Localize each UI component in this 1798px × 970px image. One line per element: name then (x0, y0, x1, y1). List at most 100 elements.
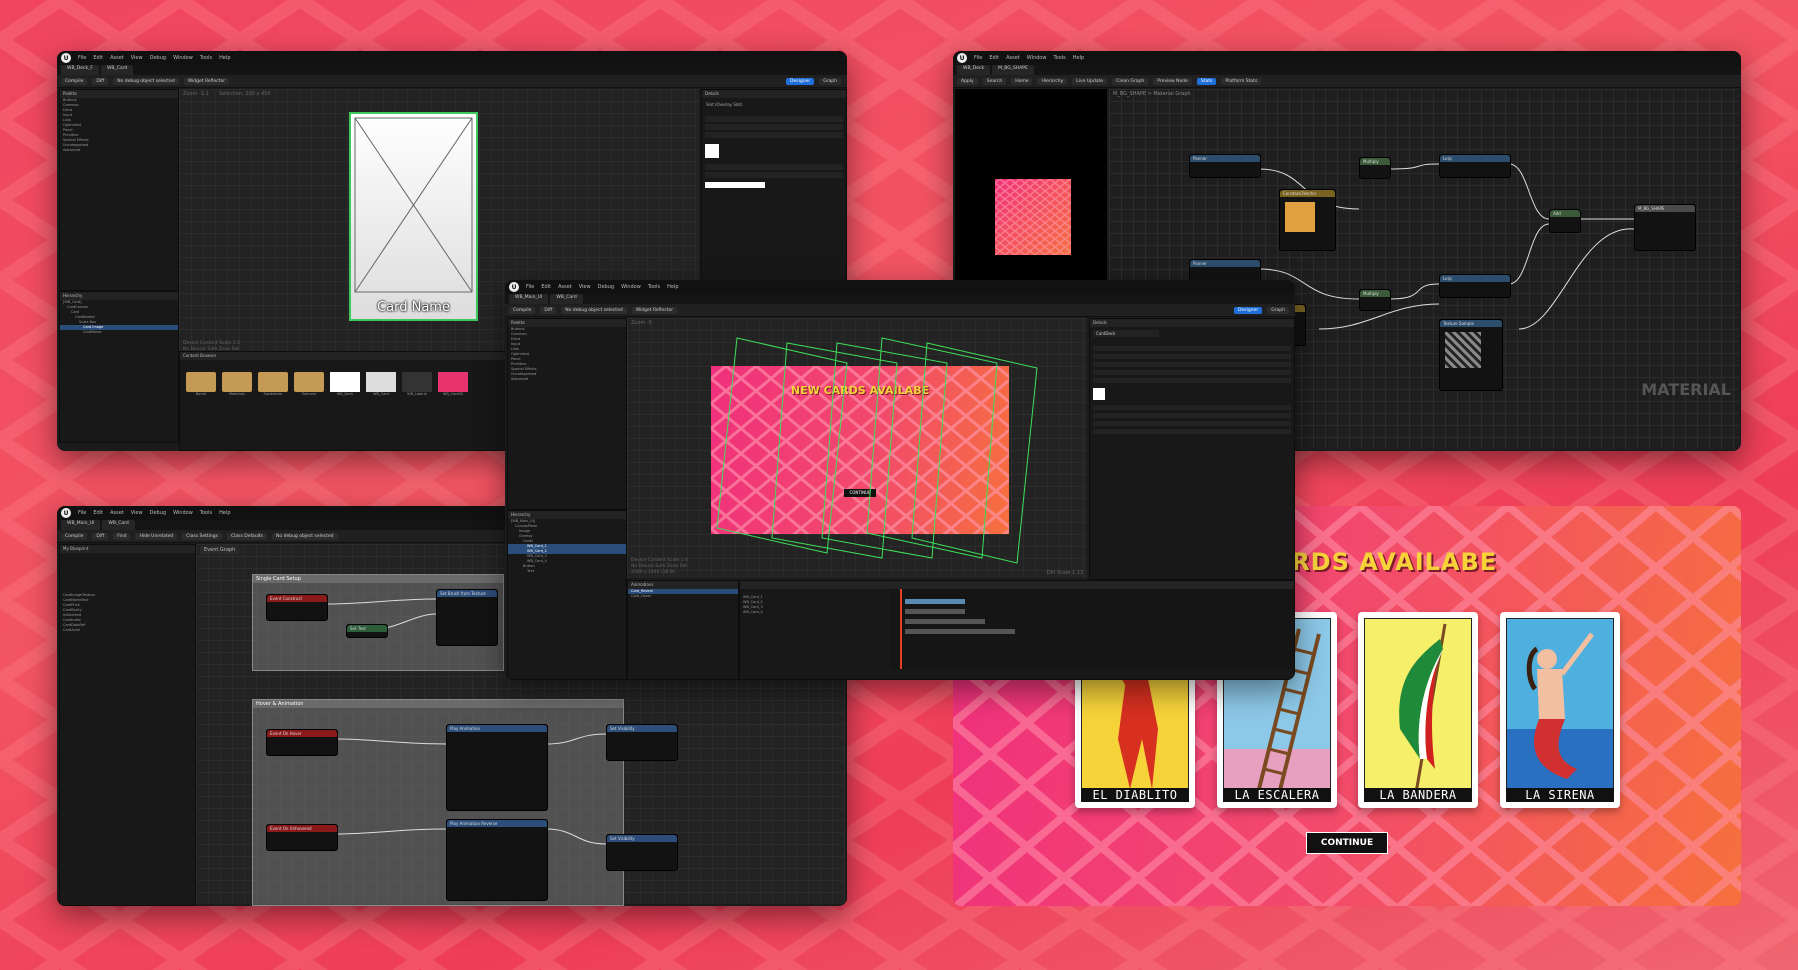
compile-button[interactable]: Compile (509, 306, 536, 314)
menu-item[interactable]: File (78, 55, 86, 61)
asset-folder[interactable]: Bomb (186, 372, 216, 396)
widget-reflector-button[interactable]: Widget Reflector (631, 306, 678, 314)
property-row[interactable] (1093, 378, 1291, 383)
property-row[interactable] (1093, 421, 1291, 426)
timeline-area[interactable] (890, 589, 1294, 669)
menu-item[interactable]: Asset (110, 510, 124, 516)
property-row[interactable] (1093, 354, 1291, 359)
property-row[interactable] (705, 132, 843, 138)
property-row[interactable] (1093, 405, 1291, 410)
platform-stats-button[interactable]: Platform Stats (1221, 77, 1262, 85)
keyframe-bar[interactable] (905, 629, 1015, 634)
graph-mode-button[interactable]: Graph (819, 77, 841, 85)
material-node[interactable]: Multiply (1359, 157, 1391, 179)
timeline-playhead[interactable] (900, 589, 902, 669)
debug-object-dropdown[interactable]: No debug object selected (272, 532, 338, 540)
menu-item[interactable]: Tools (648, 284, 660, 290)
compile-button[interactable]: Compile (61, 77, 88, 85)
diff-button[interactable]: Diff (92, 532, 109, 540)
menu-item[interactable]: Edit (989, 55, 999, 61)
blueprint-function-node[interactable]: Set Text (346, 624, 388, 638)
property-row[interactable] (1093, 346, 1291, 351)
menu-item[interactable]: Help (219, 510, 230, 516)
class-defaults-button[interactable]: Class Defaults (226, 532, 268, 540)
tab-material[interactable]: M_BG_SHAPE (992, 65, 1034, 75)
menu-item[interactable]: Edit (93, 55, 103, 61)
menu-item[interactable]: File (78, 510, 86, 516)
menu-item[interactable]: Help (1073, 55, 1084, 61)
debug-object-dropdown[interactable]: No debug object selected (113, 77, 179, 85)
apply-button[interactable]: Apply (957, 77, 978, 85)
tab-deck[interactable]: WB_Deck_F (61, 65, 99, 75)
menu-item[interactable]: Edit (93, 510, 103, 516)
color-bar[interactable] (705, 182, 765, 188)
tab-main-ui[interactable]: WB_Main_UI (509, 294, 549, 304)
keyframe-bar[interactable] (905, 619, 985, 624)
animation-item[interactable]: Card_Hover (628, 594, 738, 599)
material-node[interactable]: Lerp (1439, 154, 1511, 178)
blueprint-function-node[interactable]: Set Visibility (606, 724, 678, 761)
live-update-button[interactable]: Live Update (1072, 77, 1108, 85)
property-row[interactable] (705, 116, 843, 122)
graph-mode-button[interactable]: Graph (1267, 306, 1289, 314)
material-result-node[interactable]: M_BG_SHAPE (1634, 204, 1696, 251)
menu-item[interactable]: Window (1027, 55, 1047, 61)
menu-item[interactable]: Window (173, 510, 193, 516)
diff-button[interactable]: Diff (540, 306, 557, 314)
material-node[interactable]: Lerp (1439, 274, 1511, 298)
menu-item[interactable]: Tools (200, 55, 212, 61)
keyframe-bar[interactable] (905, 599, 965, 604)
menu-item[interactable]: Asset (1006, 55, 1020, 61)
asset-widget[interactable]: WB_Card (366, 372, 396, 396)
tab-card[interactable]: WB_Card (550, 294, 583, 304)
loteria-card-bandera[interactable]: LA BANDERA (1358, 612, 1478, 808)
menu-item[interactable]: Help (219, 55, 230, 61)
blueprint-event-node[interactable]: Event On Unhovered (266, 824, 338, 851)
keyframe-bar[interactable] (905, 609, 965, 614)
asset-widget[interactable]: WB_Deck (330, 372, 360, 396)
menu-item[interactable]: Debug (150, 510, 166, 516)
material-node[interactable]: Add (1549, 209, 1581, 233)
blueprint-function-node[interactable]: Set Brush from Texture (436, 589, 498, 646)
tab-card[interactable]: WB_Card (100, 65, 134, 75)
menu-item[interactable]: View (579, 284, 591, 290)
blueprint-function-node[interactable]: Set Visibility (606, 834, 678, 871)
asset-widget[interactable]: WB_Card02 (438, 372, 468, 396)
tab-deck[interactable]: WB_Deck (957, 65, 991, 75)
menu-item[interactable]: Debug (150, 55, 166, 61)
home-button[interactable]: Home (1011, 77, 1033, 85)
menu-item[interactable]: File (526, 284, 534, 290)
menu-item[interactable]: Tools (200, 510, 212, 516)
stats-button[interactable]: Stats (1196, 77, 1217, 85)
designer-mode-button[interactable]: Designer (1234, 306, 1263, 314)
debug-object-dropdown[interactable]: No debug object selected (561, 306, 627, 314)
menu-item[interactable]: File (974, 55, 982, 61)
details-name-field[interactable]: CardDeck (1093, 330, 1159, 337)
asset-widget[interactable]: WB_Loteria (402, 372, 432, 396)
compile-button[interactable]: Compile (61, 532, 88, 540)
card-preview[interactable]: Card Name (349, 112, 478, 321)
widget-reflector-button[interactable]: Widget Reflector (183, 77, 230, 85)
color-swatch[interactable] (705, 144, 719, 158)
menu-item[interactable]: Help (667, 284, 678, 290)
menu-item[interactable]: View (131, 510, 143, 516)
property-row[interactable] (1093, 413, 1291, 418)
blueprint-event-node[interactable]: Event Construct (266, 594, 328, 621)
diff-button[interactable]: Diff (92, 77, 109, 85)
preview-node-button[interactable]: Preview Node (1153, 77, 1192, 85)
tab-main-ui[interactable]: WB_Main_UI (61, 520, 101, 530)
material-node[interactable]: Multiply (1359, 289, 1391, 311)
material-node[interactable]: Texture Sample (1439, 319, 1503, 391)
blueprint-function-node[interactable]: Play Animation Reverse (446, 819, 548, 901)
clean-graph-button[interactable]: Clean Graph (1112, 77, 1149, 85)
designer-canvas[interactable]: Zoom -5 NEW CARDS AVAILABE CONTINUE Devi… (627, 318, 1087, 578)
designer-mode-button[interactable]: Designer (786, 77, 815, 85)
find-button[interactable]: Find (113, 532, 131, 540)
tab-card[interactable]: WB_Card (102, 520, 135, 530)
color-swatch[interactable] (1093, 388, 1105, 400)
property-row[interactable] (705, 124, 843, 130)
property-row[interactable] (1093, 362, 1291, 367)
menu-item[interactable]: Edit (541, 284, 551, 290)
palette-item[interactable]: Advanced (60, 148, 178, 153)
search-button[interactable]: Search (982, 77, 1007, 85)
